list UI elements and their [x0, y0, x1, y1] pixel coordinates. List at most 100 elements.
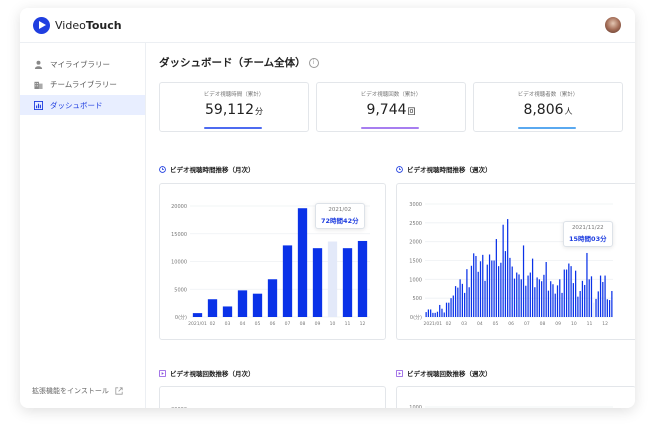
play-box-icon	[396, 369, 403, 377]
chart-tooltip: 2021/11/22 15時間03分	[563, 221, 613, 247]
y-tick-label: 2500	[409, 221, 422, 227]
sidebar-item-dashboard[interactable]: ダッシュボード	[20, 95, 145, 115]
chart-bar	[491, 260, 493, 317]
chart-bar	[516, 272, 518, 317]
y-tick-label: 500	[412, 296, 422, 302]
chart-bar	[579, 291, 581, 317]
y-tick-label: 1000	[409, 405, 422, 408]
chart-bar	[577, 296, 579, 317]
chart-bar	[443, 312, 445, 317]
chart-bar	[464, 292, 466, 317]
chart-bar	[430, 309, 432, 317]
chart-bar	[547, 290, 550, 317]
kpi-value: 8,806人	[523, 102, 573, 118]
chart-bar	[452, 295, 454, 317]
chart-monthly-views: 20000	[159, 386, 386, 408]
x-tick-label: 05	[493, 321, 499, 327]
x-tick-label: 04	[477, 321, 483, 327]
chart-bar	[513, 278, 516, 317]
y-tick-label: 15000	[171, 232, 187, 238]
top-bar: VideoTouch	[20, 8, 635, 43]
chart-bar	[581, 280, 584, 317]
chart-bar	[559, 279, 561, 317]
x-tick-label: 2021/01	[188, 321, 207, 327]
tooltip-date: 2021/11/22	[571, 225, 604, 231]
chart-bar	[297, 208, 308, 317]
clock-icon	[159, 165, 166, 173]
chart-bar	[252, 293, 263, 317]
chart-bar	[509, 257, 511, 317]
chart-bar	[608, 300, 611, 317]
chart-bar	[436, 311, 439, 317]
x-tick-label: 02	[446, 321, 452, 327]
chart-bar	[599, 275, 602, 317]
kpi-value: 59,112分	[205, 102, 263, 118]
install-extension-link[interactable]: 拡張機能をインストール	[32, 386, 123, 396]
chart-bar	[237, 290, 248, 317]
y-tick-label: 5000	[174, 287, 187, 293]
dashboard-main: ダッシュボード（チーム全体） i ビデオ視聴時間（累計） 59,112分 ビデオ…	[146, 43, 635, 408]
y-tick-label: 2000	[409, 240, 422, 246]
page-title: ダッシュボード（チーム全体） i	[159, 55, 319, 70]
chart-bar	[527, 275, 529, 317]
kpi-label: ビデオ視聴回数（累計）	[360, 92, 422, 98]
section-title-weekly-time: ビデオ視聴時間推移（週次）	[396, 164, 492, 174]
section-title-monthly-time: ビデオ視聴時間推移（月次）	[159, 164, 255, 174]
chart-bar	[482, 254, 484, 317]
chart-bar	[434, 312, 436, 317]
x-tick-label: 10	[330, 321, 336, 327]
kpi-card-viewers: ビデオ視聴者数（累計） 8,806人	[473, 82, 623, 132]
x-tick-label: 06	[508, 321, 514, 327]
user-avatar[interactable]	[605, 17, 621, 33]
person-icon	[34, 60, 43, 69]
x-tick-label: 07	[524, 321, 530, 327]
y-tick-label: 0(分)	[175, 314, 187, 321]
chart-bar	[584, 284, 586, 317]
chart-bar	[550, 281, 552, 317]
chart-bar	[466, 269, 468, 317]
chart-bar	[518, 274, 520, 317]
y-tick-label: 1500	[409, 259, 422, 265]
sidebar-item-label: ダッシュボード	[50, 100, 103, 110]
y-tick-label: 1000	[409, 277, 422, 283]
chart-bar	[450, 298, 452, 317]
chart-bar	[525, 285, 527, 317]
chart-bar	[439, 304, 441, 317]
tooltip-date: 2021/02	[328, 207, 352, 213]
x-tick-label: 07	[285, 321, 291, 327]
chart-bar	[267, 279, 278, 317]
kpi-value: 9,744回	[366, 102, 416, 118]
chart-bar	[552, 284, 554, 317]
sidebar-item-team-library[interactable]: チームライブラリー	[20, 74, 145, 94]
chart-bar	[593, 302, 595, 317]
chart-bar	[570, 266, 572, 317]
chart-bar	[556, 285, 559, 317]
info-icon[interactable]: i	[308, 57, 319, 68]
chart-bar	[192, 313, 203, 317]
chart-bar	[432, 312, 434, 317]
chart-bar	[572, 283, 574, 317]
chart-bar	[497, 266, 500, 317]
x-tick-label: 2021/01	[423, 321, 442, 327]
x-tick-label: 11	[587, 321, 593, 327]
y-tick-label: 3000	[409, 202, 422, 208]
chart-bar	[545, 262, 547, 317]
tooltip-value: 15時間03分	[569, 235, 607, 243]
kpi-accent-bar	[361, 127, 419, 129]
x-tick-label: 02	[210, 321, 216, 327]
chart-bar	[470, 265, 473, 317]
chart-bar	[488, 254, 491, 317]
chart-bar	[502, 224, 504, 317]
chart-bar	[282, 245, 293, 317]
sidebar-item-my-library[interactable]: マイライブラリー	[20, 54, 145, 74]
chart-bar	[312, 248, 323, 317]
x-tick-label: 06	[270, 321, 276, 327]
chart-bar	[543, 274, 545, 317]
chart-bar	[500, 262, 502, 317]
chart-weekly-time: 0(分) 500 1000 1500 2000 2500 3000 2021/01 02 03 04…	[396, 183, 635, 340]
x-tick-label: 03	[461, 321, 467, 327]
chart-bar	[565, 269, 568, 317]
chart-bar	[493, 260, 495, 317]
chart-bar	[495, 239, 497, 317]
logo[interactable]: VideoTouch	[33, 17, 122, 34]
